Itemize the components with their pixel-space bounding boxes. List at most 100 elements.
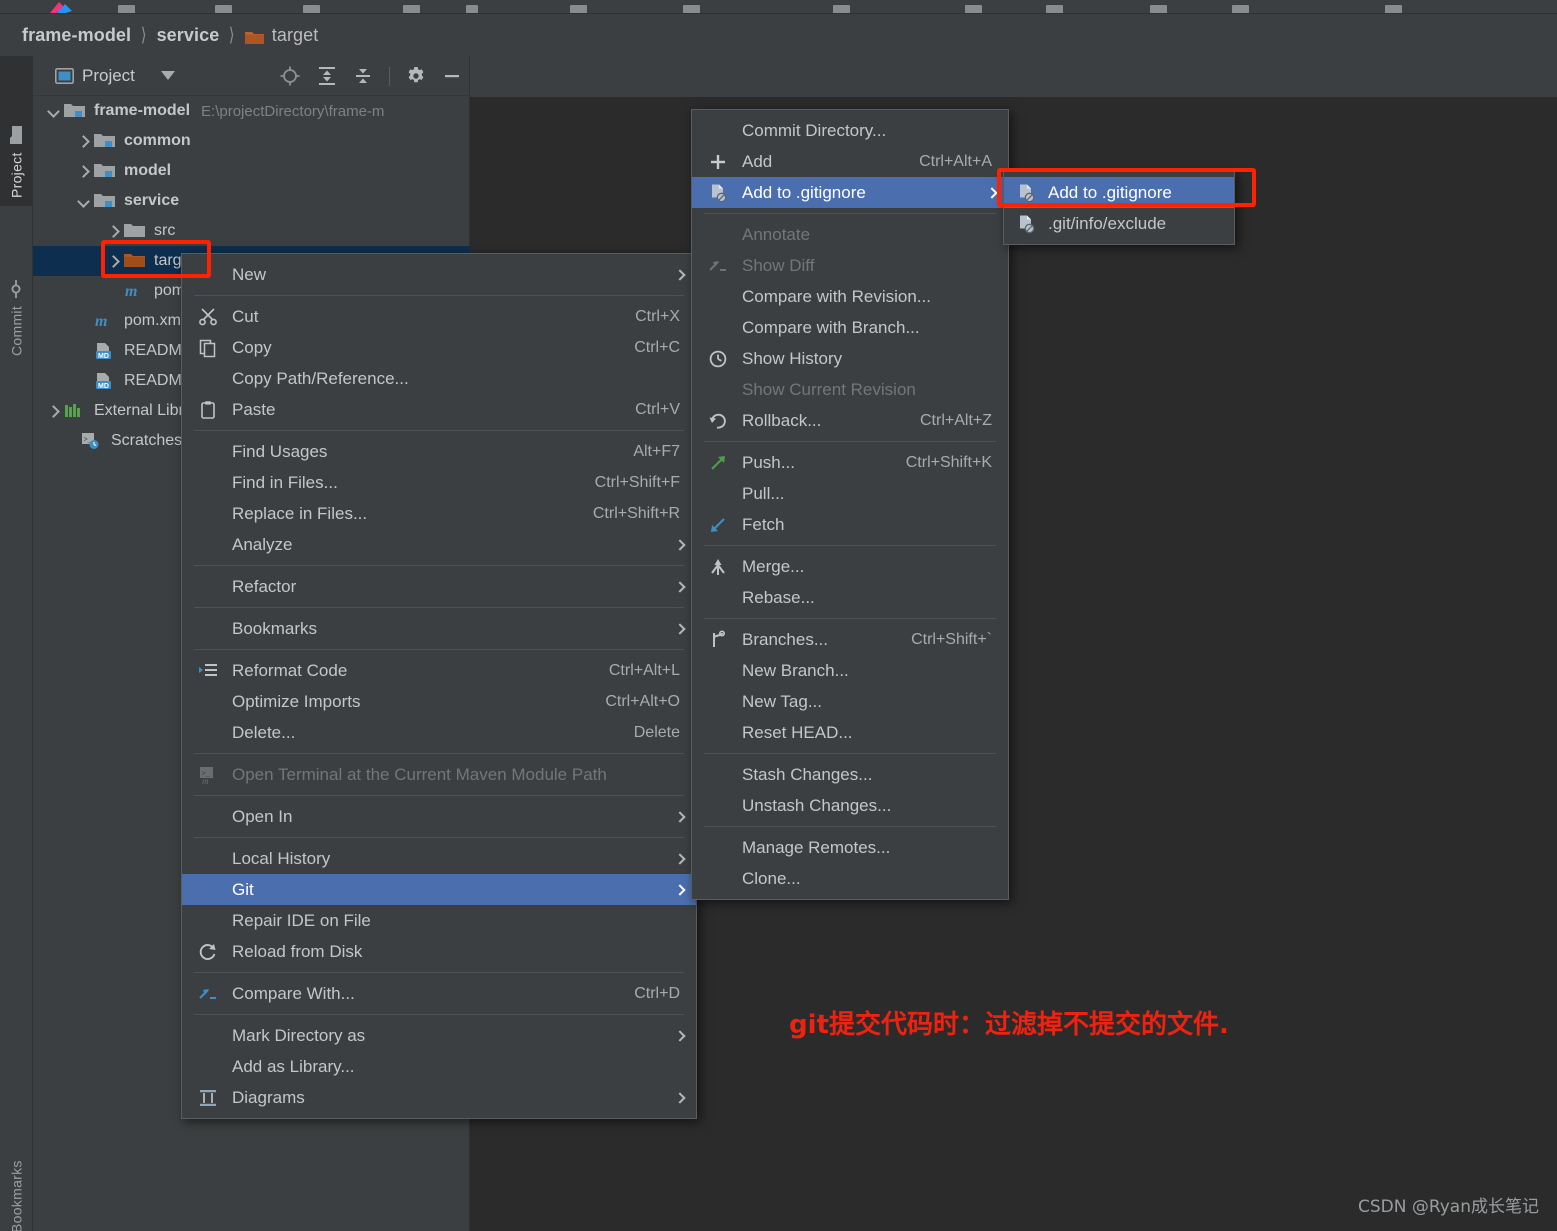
menu-item-gitignore-add[interactable]: Add to .gitignore [1004, 177, 1234, 208]
menu-item-local-history[interactable]: Local History [182, 843, 696, 874]
sidebar-tab-commit[interactable]: Commit [0, 214, 33, 364]
menu-item-git[interactable]: Git [182, 874, 696, 905]
menu-item-branches[interactable]: Branches... Ctrl+Shift+` [692, 624, 1008, 655]
menu-item-open-in[interactable]: Open In [182, 801, 696, 832]
rollback-icon [708, 411, 728, 431]
menu-item-new[interactable]: New [182, 259, 696, 290]
menu-item-mark-directory-as[interactable]: Mark Directory as [182, 1020, 696, 1051]
menu-item-copy-path-reference[interactable]: Copy Path/Reference... [182, 363, 696, 394]
chevron-right-icon[interactable] [77, 165, 90, 178]
toolbar-icon[interactable] [570, 5, 587, 13]
tree-row-common[interactable]: common [33, 126, 470, 156]
menu-item-git-info-exclude[interactable]: .git/info/exclude [1004, 208, 1234, 239]
chevron-right-icon[interactable] [77, 135, 90, 148]
toolbar-icon[interactable] [403, 5, 420, 13]
toolbar-icon[interactable] [1046, 5, 1063, 13]
toolbar-icon[interactable] [118, 5, 135, 13]
menu-item-show-history[interactable]: Show History [692, 343, 1008, 374]
project-view-selector[interactable]: Project [55, 66, 175, 86]
menu-item-cut[interactable]: Cut Ctrl+X [182, 301, 696, 332]
menu-item-label: Reformat Code [232, 660, 348, 680]
menu-item-new-branch[interactable]: New Branch... [692, 655, 1008, 686]
menu-item-new-tag[interactable]: New Tag... [692, 686, 1008, 717]
tree-row-frame-model[interactable]: frame-model E:\projectDirectory\frame-m [33, 96, 470, 126]
menu-item-find-in-files[interactable]: Find in Files... Ctrl+Shift+F [182, 467, 696, 498]
chevron-down-icon[interactable] [160, 71, 175, 80]
menu-item-commit-directory[interactable]: Commit Directory... [692, 115, 1008, 146]
toolbar-icon[interactable] [1232, 5, 1249, 13]
menu-item-optimize-imports[interactable]: Optimize Imports Ctrl+Alt+O [182, 686, 696, 717]
expand-all-icon[interactable] [317, 66, 337, 86]
sidebar-tab-project[interactable]: Project [0, 56, 33, 206]
menu-item-pull[interactable]: Pull... [692, 478, 1008, 509]
tree-row-src[interactable]: src [33, 216, 470, 246]
fetch-icon [708, 515, 728, 535]
menu-item-add-to-gitignore[interactable]: Add to .gitignore [692, 177, 1008, 208]
toolbar-icon[interactable] [466, 5, 478, 13]
breadcrumb[interactable]: frame-model ⟩ service ⟩ target [0, 14, 1557, 56]
project-folder-icon [10, 126, 24, 145]
toolbar-icon[interactable] [215, 5, 232, 13]
menu-item-diagrams[interactable]: Diagrams [182, 1082, 696, 1113]
menu-item-bookmarks[interactable]: Bookmarks [182, 613, 696, 644]
breadcrumb-item-frame-model[interactable]: frame-model [22, 25, 131, 46]
menu-item-compare-with[interactable]: Compare With... Ctrl+D [182, 978, 696, 1009]
menu-item-push[interactable]: Push... Ctrl+Shift+K [692, 447, 1008, 478]
tree-row-service[interactable]: service [33, 186, 470, 216]
menu-separator [194, 649, 684, 650]
menu-item-delete[interactable]: Delete... Delete [182, 717, 696, 748]
locate-icon[interactable] [279, 65, 301, 87]
menu-item-git-add[interactable]: Add Ctrl+Alt+A [692, 146, 1008, 177]
menu-separator [194, 565, 684, 566]
hide-icon[interactable] [442, 66, 462, 86]
menu-item-label: Unstash Changes... [742, 795, 892, 815]
menu-item-rebase[interactable]: Rebase... [692, 582, 1008, 613]
menu-item-copy[interactable]: Copy Ctrl+C [182, 332, 696, 363]
tree-row-model[interactable]: model [33, 156, 470, 186]
menu-item-paste[interactable]: Paste Ctrl+V [182, 394, 696, 425]
breadcrumb-item-service[interactable]: service [157, 25, 220, 46]
menu-item-compare-with-branch[interactable]: Compare with Branch... [692, 312, 1008, 343]
chevron-down-icon[interactable] [77, 195, 90, 208]
toolbar-icon[interactable] [303, 5, 320, 13]
copy-icon [198, 338, 218, 358]
menu-item-reformat-code[interactable]: Reformat Code Ctrl+Alt+L [182, 655, 696, 686]
menu-item-refactor[interactable]: Refactor [182, 571, 696, 602]
menu-separator [194, 607, 684, 608]
menu-item-manage-remotes[interactable]: Manage Remotes... [692, 832, 1008, 863]
markdown-icon: MD [94, 372, 116, 390]
sidebar-tab-bookmarks[interactable]: Bookmarks [0, 1131, 33, 1231]
main-toolbar[interactable] [0, 0, 1557, 14]
toolbar-icon[interactable] [1150, 5, 1167, 13]
chevron-down-icon[interactable] [47, 105, 60, 118]
menu-item-analyze[interactable]: Analyze [182, 529, 696, 560]
menu-item-reset-head[interactable]: Reset HEAD... [692, 717, 1008, 748]
library-icon [64, 402, 86, 420]
toolbar-icon[interactable] [683, 5, 700, 13]
git-submenu[interactable]: Commit Directory... Add Ctrl+Alt+A Add t… [691, 109, 1009, 900]
menu-item-repair-ide-on-file[interactable]: Repair IDE on File [182, 905, 696, 936]
menu-item-replace-in-files[interactable]: Replace in Files... Ctrl+Shift+R [182, 498, 696, 529]
menu-item-compare-with-revision[interactable]: Compare with Revision... [692, 281, 1008, 312]
menu-item-merge[interactable]: Merge... [692, 551, 1008, 582]
menu-item-stash-changes[interactable]: Stash Changes... [692, 759, 1008, 790]
chevron-right-icon[interactable] [107, 255, 120, 268]
menu-item-add-as-library[interactable]: Add as Library... [182, 1051, 696, 1082]
menu-item-fetch[interactable]: Fetch [692, 509, 1008, 540]
menu-item-rollback[interactable]: Rollback... Ctrl+Alt+Z [692, 405, 1008, 436]
gitignore-submenu[interactable]: Add to .gitignore .git/info/exclude [1003, 171, 1235, 245]
menu-item-shortcut: Ctrl+Shift+F [594, 473, 680, 491]
toolbar-icon[interactable] [965, 5, 982, 13]
chevron-right-icon[interactable] [107, 225, 120, 238]
context-menu[interactable]: New Cut Ctrl+X Copy Ctrl+C Copy Path/Ref… [181, 253, 697, 1119]
menu-item-find-usages[interactable]: Find Usages Alt+F7 [182, 436, 696, 467]
menu-item-unstash-changes[interactable]: Unstash Changes... [692, 790, 1008, 821]
chevron-right-icon[interactable] [47, 405, 60, 418]
collapse-all-icon[interactable] [353, 66, 373, 86]
toolbar-icon[interactable] [833, 5, 850, 13]
menu-item-clone[interactable]: Clone... [692, 863, 1008, 894]
settings-gear-icon[interactable] [406, 66, 426, 86]
breadcrumb-item-target[interactable]: target [272, 25, 319, 46]
menu-item-reload-from-disk[interactable]: Reload from Disk [182, 936, 696, 967]
toolbar-icon[interactable] [1385, 5, 1402, 13]
